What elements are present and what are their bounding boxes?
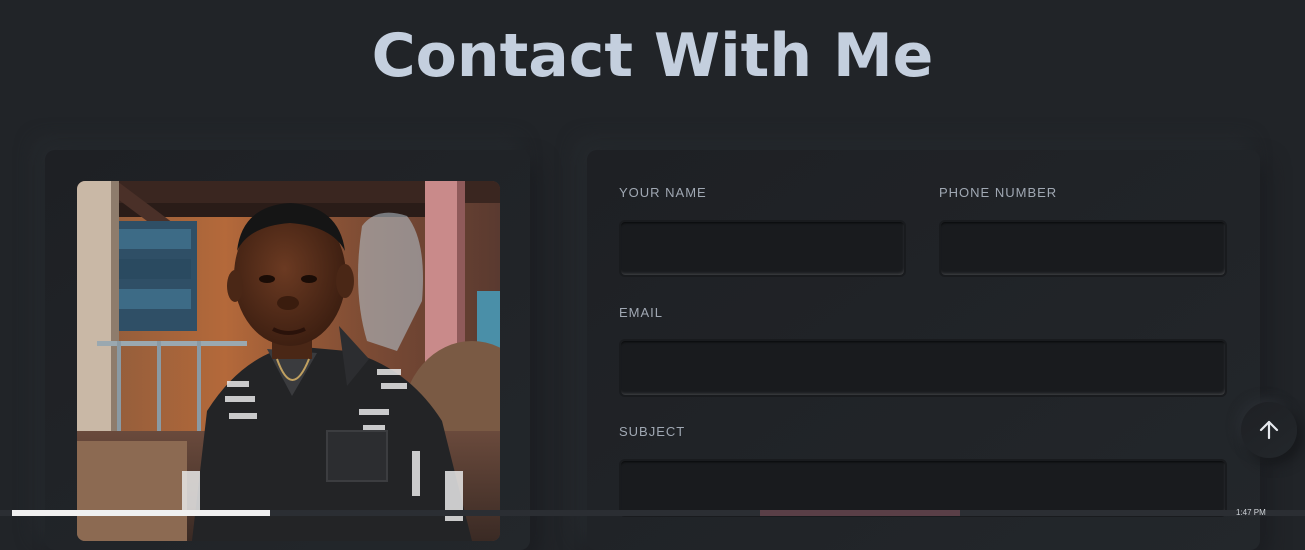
subject-input[interactable] (619, 459, 1227, 517)
email-input[interactable] (619, 339, 1227, 397)
os-taskbar: 1:47 PM (0, 509, 1305, 517)
name-label: YOUR NAME (619, 185, 707, 200)
email-label: EMAIL (619, 305, 664, 320)
subject-label: SUBJECT (619, 424, 686, 439)
contact-form-card: YOUR NAME PHONE NUMBER EMAIL SUBJECT (587, 150, 1260, 550)
name-input[interactable] (619, 220, 906, 277)
arrow-up-icon (1259, 420, 1279, 440)
taskbar-search-area[interactable] (12, 510, 270, 516)
scroll-to-top-button[interactable] (1241, 402, 1297, 458)
taskbar-app-strip[interactable] (760, 510, 960, 516)
page-title: Contact With Me (371, 21, 934, 91)
phone-input[interactable] (939, 220, 1227, 277)
profile-photo (77, 181, 500, 541)
phone-label: PHONE NUMBER (939, 185, 1058, 200)
contact-photo-card (45, 150, 530, 550)
